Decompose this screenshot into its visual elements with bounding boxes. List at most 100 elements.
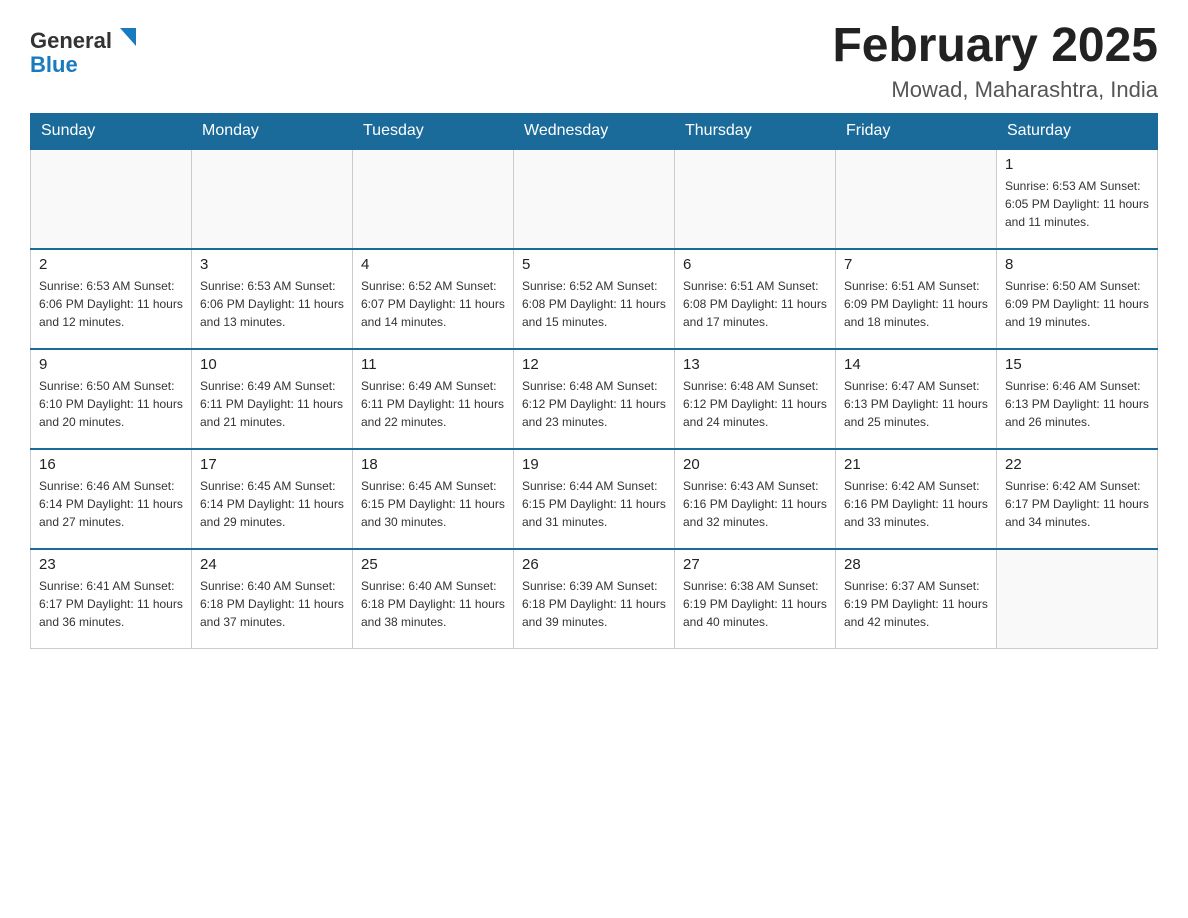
calendar-cell: 5 Sunrise: 6:52 AM Sunset: 6:08 PM Daylig… (514, 249, 675, 349)
calendar-cell: 11 Sunrise: 6:49 AM Sunset: 6:11 PM Dayli… (353, 349, 514, 449)
day-number: 3 (200, 256, 344, 273)
day-info: Sunrise: 6:53 AM Sunset: 6:05 PM Dayligh… (1005, 177, 1149, 231)
day-number: 11 (361, 356, 505, 373)
calendar-cell: 21 Sunrise: 6:42 AM Sunset: 6:16 PM Dayli… (836, 449, 997, 549)
week-row-2: 9 Sunrise: 6:50 AM Sunset: 6:10 PM Daylig… (31, 349, 1158, 449)
calendar-cell: 18Sunrise: 6:45 AM Sunset: 6:15 PM Dayli… (353, 449, 514, 549)
calendar-cell: 15 Sunrise: 6:46 AM Sunset: 6:13 PM Dayli… (997, 349, 1158, 449)
calendar-cell (31, 149, 192, 249)
calendar-cell: 12Sunrise: 6:48 AM Sunset: 6:12 PM Dayli… (514, 349, 675, 449)
day-info: Sunrise: 6:46 AM Sunset: 6:14 PM Dayligh… (39, 477, 183, 531)
day-info: Sunrise: 6:41 AM Sunset: 6:17 PM Dayligh… (39, 577, 183, 631)
day-number: 2 (39, 256, 183, 273)
day-info: Sunrise: 6:48 AM Sunset: 6:12 PM Dayligh… (683, 377, 827, 431)
page-header: General Blue February 2025 Mowad, Mahara… (30, 20, 1158, 103)
calendar-cell: 13 Sunrise: 6:48 AM Sunset: 6:12 PM Dayli… (675, 349, 836, 449)
day-header-thursday: Thursday (675, 113, 836, 149)
day-number: 28 (844, 556, 988, 573)
week-row-1: 2 Sunrise: 6:53 AM Sunset: 6:06 PM Daylig… (31, 249, 1158, 349)
calendar-cell: 19Sunrise: 6:44 AM Sunset: 6:15 PM Dayli… (514, 449, 675, 549)
calendar-cell: 25Sunrise: 6:40 AM Sunset: 6:18 PM Dayli… (353, 549, 514, 649)
day-info: Sunrise: 6:50 AM Sunset: 6:09 PM Dayligh… (1005, 277, 1149, 331)
logo-area: General Blue (30, 20, 150, 85)
day-info: Sunrise: 6:39 AM Sunset: 6:18 PM Dayligh… (522, 577, 666, 631)
calendar-cell (997, 549, 1158, 649)
svg-text:Blue: Blue (30, 52, 78, 77)
day-info: Sunrise: 6:37 AM Sunset: 6:19 PM Dayligh… (844, 577, 988, 631)
calendar-cell (836, 149, 997, 249)
day-number: 21 (844, 456, 988, 473)
day-number: 23 (39, 556, 183, 573)
day-info: Sunrise: 6:52 AM Sunset: 6:07 PM Dayligh… (361, 277, 505, 331)
calendar-cell: 16 Sunrise: 6:46 AM Sunset: 6:14 PM Dayli… (31, 449, 192, 549)
calendar-cell (192, 149, 353, 249)
week-row-4: 23 Sunrise: 6:41 AM Sunset: 6:17 PM Dayli… (31, 549, 1158, 649)
day-number: 18 (361, 456, 505, 473)
calendar-cell: 20 Sunrise: 6:43 AM Sunset: 6:16 PM Dayli… (675, 449, 836, 549)
svg-text:General: General (30, 28, 112, 53)
calendar-cell: 22 Sunrise: 6:42 AM Sunset: 6:17 PM Dayli… (997, 449, 1158, 549)
month-title: February 2025 (832, 20, 1158, 73)
calendar-cell: 6 Sunrise: 6:51 AM Sunset: 6:08 PM Daylig… (675, 249, 836, 349)
calendar-table: SundayMondayTuesdayWednesdayThursdayFrid… (30, 113, 1158, 650)
day-header-monday: Monday (192, 113, 353, 149)
day-number: 13 (683, 356, 827, 373)
day-number: 14 (844, 356, 988, 373)
day-number: 8 (1005, 256, 1149, 273)
day-info: Sunrise: 6:52 AM Sunset: 6:08 PM Dayligh… (522, 277, 666, 331)
calendar-cell: 2 Sunrise: 6:53 AM Sunset: 6:06 PM Daylig… (31, 249, 192, 349)
logo-svg: General Blue (30, 20, 150, 80)
day-number: 10 (200, 356, 344, 373)
calendar-cell: 8 Sunrise: 6:50 AM Sunset: 6:09 PM Daylig… (997, 249, 1158, 349)
day-info: Sunrise: 6:46 AM Sunset: 6:13 PM Dayligh… (1005, 377, 1149, 431)
day-info: Sunrise: 6:42 AM Sunset: 6:17 PM Dayligh… (1005, 477, 1149, 531)
day-info: Sunrise: 6:47 AM Sunset: 6:13 PM Dayligh… (844, 377, 988, 431)
calendar-cell: 23 Sunrise: 6:41 AM Sunset: 6:17 PM Dayli… (31, 549, 192, 649)
day-number: 7 (844, 256, 988, 273)
day-info: Sunrise: 6:43 AM Sunset: 6:16 PM Dayligh… (683, 477, 827, 531)
day-number: 17 (200, 456, 344, 473)
day-number: 20 (683, 456, 827, 473)
day-number: 22 (1005, 456, 1149, 473)
day-header-tuesday: Tuesday (353, 113, 514, 149)
calendar-cell: 24 Sunrise: 6:40 AM Sunset: 6:18 PM Dayli… (192, 549, 353, 649)
title-area: February 2025 Mowad, Maharashtra, India (832, 20, 1158, 103)
day-info: Sunrise: 6:40 AM Sunset: 6:18 PM Dayligh… (200, 577, 344, 631)
day-info: Sunrise: 6:49 AM Sunset: 6:11 PM Dayligh… (200, 377, 344, 431)
calendar-cell (514, 149, 675, 249)
day-info: Sunrise: 6:53 AM Sunset: 6:06 PM Dayligh… (39, 277, 183, 331)
calendar-cell: 10 Sunrise: 6:49 AM Sunset: 6:11 PM Dayli… (192, 349, 353, 449)
day-header-friday: Friday (836, 113, 997, 149)
calendar-cell: 7Sunrise: 6:51 AM Sunset: 6:09 PM Daylig… (836, 249, 997, 349)
logo: General Blue (30, 20, 150, 85)
day-number: 1 (1005, 156, 1149, 173)
day-number: 16 (39, 456, 183, 473)
day-number: 19 (522, 456, 666, 473)
day-info: Sunrise: 6:38 AM Sunset: 6:19 PM Dayligh… (683, 577, 827, 631)
day-info: Sunrise: 6:51 AM Sunset: 6:08 PM Dayligh… (683, 277, 827, 331)
calendar-header-row: SundayMondayTuesdayWednesdayThursdayFrid… (31, 113, 1158, 149)
day-header-wednesday: Wednesday (514, 113, 675, 149)
day-header-saturday: Saturday (997, 113, 1158, 149)
day-info: Sunrise: 6:42 AM Sunset: 6:16 PM Dayligh… (844, 477, 988, 531)
day-info: Sunrise: 6:49 AM Sunset: 6:11 PM Dayligh… (361, 377, 505, 431)
day-info: Sunrise: 6:53 AM Sunset: 6:06 PM Dayligh… (200, 277, 344, 331)
day-number: 25 (361, 556, 505, 573)
calendar-cell: 9 Sunrise: 6:50 AM Sunset: 6:10 PM Daylig… (31, 349, 192, 449)
calendar-cell: 3 Sunrise: 6:53 AM Sunset: 6:06 PM Daylig… (192, 249, 353, 349)
day-number: 6 (683, 256, 827, 273)
week-row-0: 1 Sunrise: 6:53 AM Sunset: 6:05 PM Daylig… (31, 149, 1158, 249)
day-number: 15 (1005, 356, 1149, 373)
calendar-cell: 28 Sunrise: 6:37 AM Sunset: 6:19 PM Dayli… (836, 549, 997, 649)
calendar-cell (675, 149, 836, 249)
day-number: 12 (522, 356, 666, 373)
day-number: 24 (200, 556, 344, 573)
day-header-sunday: Sunday (31, 113, 192, 149)
day-number: 9 (39, 356, 183, 373)
calendar-cell: 14 Sunrise: 6:47 AM Sunset: 6:13 PM Dayli… (836, 349, 997, 449)
day-number: 5 (522, 256, 666, 273)
week-row-3: 16 Sunrise: 6:46 AM Sunset: 6:14 PM Dayli… (31, 449, 1158, 549)
day-number: 26 (522, 556, 666, 573)
calendar-cell: 27Sunrise: 6:38 AM Sunset: 6:19 PM Dayli… (675, 549, 836, 649)
day-info: Sunrise: 6:50 AM Sunset: 6:10 PM Dayligh… (39, 377, 183, 431)
